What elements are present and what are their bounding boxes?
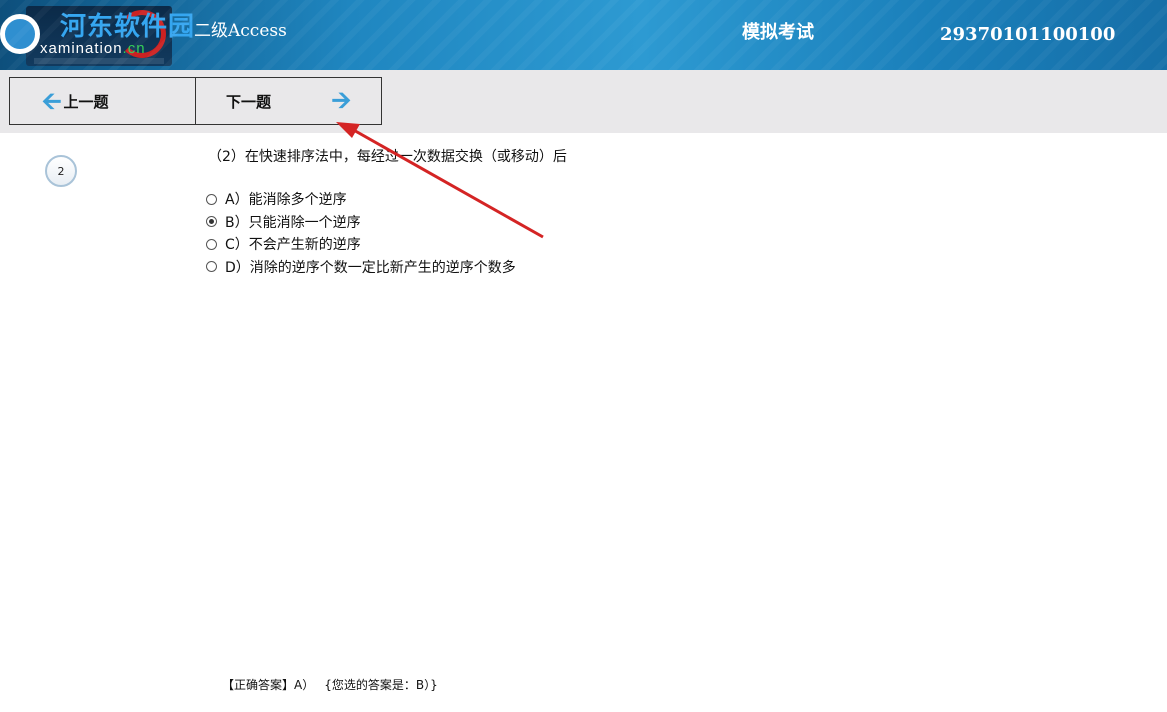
option-label: D）消除的逆序个数一定比新产生的逆序个数多	[225, 259, 516, 276]
selected-answer: {您选的答案是：B）}	[324, 678, 438, 692]
logo-arc-icon	[118, 10, 166, 58]
options-list: A）能消除多个逆序 B）只能消除一个逆序 C）不会产生新的逆序 D）消除的逆序个…	[206, 188, 516, 278]
option-label: A）能消除多个逆序	[225, 192, 347, 209]
radio-button[interactable]	[206, 261, 217, 273]
question-text: （2）在快速排序法中，每经过一次数据交换（或移动）后	[208, 149, 567, 165]
next-question-label: 下一题	[226, 92, 272, 111]
option-c[interactable]: C）不会产生新的逆序	[206, 233, 516, 256]
radio-button[interactable]	[206, 193, 217, 205]
option-a[interactable]: A）能消除多个逆序	[206, 188, 516, 211]
option-label: C）不会产生新的逆序	[225, 237, 361, 254]
radio-button[interactable]	[206, 238, 217, 250]
radio-button-selected[interactable]	[206, 216, 217, 228]
answer-feedback: 【正确答案】A） {您选的答案是：B）}	[222, 676, 438, 693]
previous-question-label: 上一题	[63, 92, 109, 111]
option-b[interactable]: B）只能消除一个逆序	[206, 211, 516, 234]
navigation-toolbar: 🡨 上一题 下一题 🡪	[0, 70, 1167, 133]
arrow-left-icon: 🡨	[42, 87, 62, 115]
app-title: 二级Access	[194, 21, 287, 41]
logo-subtext: xamination.cn	[40, 40, 146, 57]
question-number-badge[interactable]: 2	[45, 155, 77, 187]
option-d[interactable]: D）消除的逆序个数一定比新产生的逆序个数多	[206, 256, 516, 279]
logo: 河东软件园 xamination.cn	[0, 0, 200, 70]
logo-ring-icon	[0, 14, 40, 54]
logo-text: 河东软件园	[60, 12, 196, 42]
arrow-right-icon: 🡪	[331, 86, 352, 114]
logo-strip	[34, 58, 164, 64]
exam-id: 29370101100100	[940, 24, 1116, 45]
mode-title: 模拟考试	[742, 22, 814, 43]
correct-answer: 【正确答案】A）	[222, 678, 315, 692]
app-header: 河东软件园 xamination.cn 二级Access 模拟考试 293701…	[0, 0, 1167, 70]
option-label: B）只能消除一个逆序	[225, 214, 361, 231]
logo-background	[26, 6, 172, 66]
previous-question-button[interactable]: 🡨 上一题	[9, 77, 196, 125]
next-question-button[interactable]: 下一题 🡪	[195, 77, 382, 125]
